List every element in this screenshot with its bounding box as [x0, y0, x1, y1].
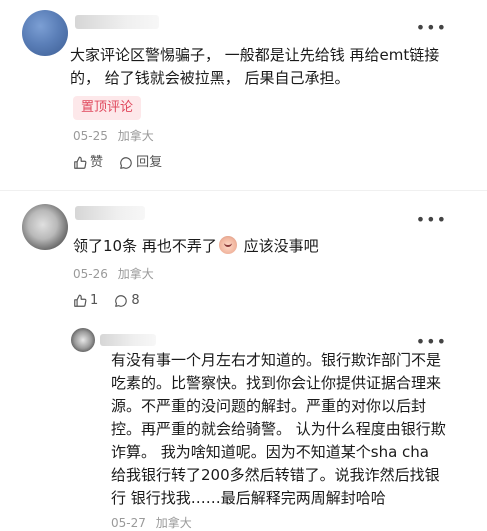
avatar[interactable] — [71, 328, 95, 352]
reply-meta: 05-27 加拿大 — [111, 516, 192, 530]
comment-location: 加拿大 — [117, 267, 154, 281]
comment-text: 大家评论区警惕骗子， 一般都是让先给钱 再给emt链接的， 给了钱就会被拉黑， … — [70, 46, 440, 87]
comment-date: 05-26 — [73, 267, 108, 281]
comment-location: 加拿大 — [117, 129, 154, 143]
comment-bubble-icon — [120, 157, 132, 169]
pinned-comment-badge: 置顶评论 — [73, 96, 142, 120]
reply-date: 05-27 — [111, 516, 146, 530]
reply-button[interactable]: 8 — [114, 293, 140, 309]
comment-2: ••• 领了10条 再也不弄了 应该没事吧 05-26 加拿大 1 8 — [0, 200, 487, 325]
reply-label: 回复 — [136, 155, 163, 170]
comment-meta: 05-25 加拿大 — [73, 129, 154, 143]
reply-1: ••• 有没有事一个月左右才知道的。银行欺诈部门不是吃素的。比警察快。找到你会让… — [0, 328, 487, 531]
comment-date: 05-25 — [73, 129, 108, 143]
more-dots-icon[interactable]: ••• — [416, 212, 447, 228]
divider — [0, 190, 487, 191]
comment-text: 领了10条 再也不弄了 应该没事吧 — [73, 235, 433, 258]
comment-text-part1: 领了10条 再也不弄了 — [73, 237, 217, 255]
thumbs-up-icon — [74, 294, 87, 307]
comment-text-part2: 应该没事吧 — [238, 237, 319, 255]
reply-text: 有没有事一个月左右才知道的。银行欺诈部门不是吃素的。比警察快。找到你会让你提供证… — [111, 351, 446, 507]
more-dots-icon[interactable]: ••• — [416, 334, 447, 350]
comment-bubble-icon — [115, 295, 128, 307]
like-button[interactable]: 赞 — [73, 155, 103, 171]
comment-thread: ••• 大家评论区警惕骗子， 一般都是让先给钱 再给emt链接的， 给了钱就会被… — [0, 0, 487, 531]
more-dots-icon[interactable]: ••• — [416, 20, 447, 36]
reply-count: 8 — [131, 293, 140, 308]
like-button[interactable]: 1 — [73, 293, 98, 309]
comment-meta: 05-26 加拿大 — [73, 267, 154, 281]
username-blurred[interactable] — [100, 334, 156, 346]
comment-actions: 1 8 — [73, 293, 152, 313]
thumbs-up-icon — [74, 156, 87, 169]
like-label: 赞 — [90, 155, 104, 170]
username-blurred[interactable] — [75, 206, 145, 220]
username-blurred[interactable] — [75, 15, 159, 29]
avatar[interactable] — [22, 204, 68, 250]
emoji-face-icon — [218, 236, 237, 254]
reply-location: 加拿大 — [155, 516, 192, 530]
reply-button[interactable]: 回复 — [119, 155, 162, 171]
comment-actions: 赞 回复 — [73, 155, 174, 175]
like-count: 1 — [90, 293, 99, 308]
comment-1: ••• 大家评论区警惕骗子， 一般都是让先给钱 再给emt链接的， 给了钱就会被… — [0, 0, 487, 190]
avatar[interactable] — [22, 10, 68, 56]
